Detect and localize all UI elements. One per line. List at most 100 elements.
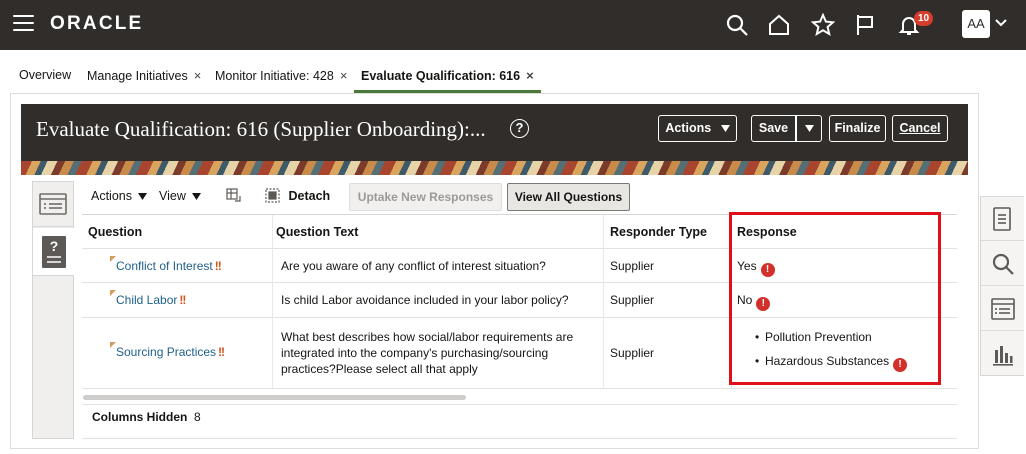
required-icon: !! — [218, 345, 225, 359]
tab-label: Manage Initiatives — [87, 69, 188, 83]
save-menu-button[interactable] — [796, 115, 822, 142]
question-link[interactable]: Conflict of Interest — [116, 259, 213, 273]
help-icon[interactable]: ? — [510, 119, 529, 138]
tab-bar: Overview Manage Initiatives × Monitor Ini… — [0, 60, 1026, 94]
right-drawer — [980, 196, 1024, 376]
tab-evaluate-qualification[interactable]: Evaluate Qualification: 616 × — [354, 60, 541, 93]
cancel-button[interactable]: Cancel — [892, 115, 948, 142]
document-icon — [993, 207, 1011, 231]
table-toolbar: Actions View Detach Uptake New Responses… — [82, 182, 957, 212]
bar-chart-icon — [993, 346, 1013, 366]
close-icon[interactable]: × — [194, 68, 202, 83]
question-text-cell: What best describes how social/labor req… — [281, 329, 573, 377]
required-icon: !! — [214, 259, 222, 273]
tab-manage-initiatives[interactable]: Manage Initiatives × — [87, 60, 201, 93]
global-header: ORACLE 10 AA — [0, 0, 1026, 50]
triangle-down-icon — [138, 193, 148, 200]
search-icon[interactable] — [725, 13, 749, 37]
uptake-new-responses-button[interactable]: Uptake New Responses — [349, 183, 502, 211]
detach-icon — [265, 188, 280, 203]
column-header-question-text[interactable]: Question Text — [276, 215, 358, 249]
response-column-highlight — [729, 212, 941, 385]
table-row: Child Labor!! — [110, 290, 186, 308]
freeze-columns-icon[interactable] — [226, 188, 242, 204]
save-button[interactable]: Save — [751, 115, 796, 142]
list-panel-icon — [39, 193, 67, 215]
favorites-star-icon[interactable] — [811, 13, 835, 37]
question-link[interactable]: Child Labor — [116, 293, 177, 307]
column-header-question[interactable]: Question — [88, 215, 142, 249]
notifications-badge: 10 — [914, 11, 934, 26]
tab-monitor-initiative[interactable]: Monitor Initiative: 428 × — [215, 60, 347, 93]
button-label: Uptake New Responses — [357, 190, 494, 204]
menu-label: View — [159, 189, 186, 203]
svg-text:?: ? — [50, 238, 59, 254]
columns-hidden-count: 8 — [194, 410, 201, 424]
triangle-down-icon — [192, 193, 202, 200]
close-icon[interactable]: × — [340, 68, 348, 83]
column-header-responder-type[interactable]: Responder Type — [610, 215, 707, 249]
tab-label: Evaluate Qualification: 616 — [361, 69, 521, 83]
question-text-cell: Is child Labor avoidance included in you… — [281, 293, 569, 307]
detach-button[interactable]: Detach — [265, 182, 330, 210]
drawer-search-button[interactable] — [981, 242, 1024, 286]
menu-icon[interactable] — [13, 15, 34, 33]
table-row: Sourcing Practices!! — [110, 342, 225, 360]
table-actions-menu[interactable]: Actions — [91, 182, 148, 210]
finalize-button[interactable]: Finalize — [829, 115, 886, 142]
chevron-down-icon[interactable] — [995, 19, 1007, 27]
side-tab-strip: ? — [32, 181, 74, 439]
button-label: Save — [758, 121, 789, 135]
menu-label: Actions — [91, 189, 132, 203]
button-label: Finalize — [834, 121, 881, 135]
question-text-line: integrated into the company's purchasing… — [281, 346, 549, 360]
question-text-line: What best describes how social/labor req… — [281, 330, 574, 344]
button-label: Cancel — [899, 121, 941, 135]
question-text-line: practices?Please select all that apply — [281, 362, 478, 376]
tab-overview[interactable]: Overview — [19, 60, 71, 93]
search-icon — [992, 253, 1014, 275]
drawer-analytics-button[interactable] — [981, 332, 1024, 376]
button-label: Detach — [288, 189, 331, 203]
home-icon[interactable] — [767, 13, 791, 37]
close-icon[interactable]: × — [526, 68, 534, 83]
tab-label: Overview — [19, 68, 72, 82]
flag-icon[interactable] — [853, 13, 877, 37]
flag-marker-icon — [110, 342, 116, 348]
side-tab-details[interactable] — [33, 182, 73, 227]
button-label: View All Questions — [514, 190, 623, 204]
responder-type-cell: Supplier — [610, 293, 655, 307]
triangle-down-icon — [720, 125, 730, 132]
header-banner-art — [21, 161, 968, 175]
horizontal-scrollbar[interactable] — [83, 395, 466, 400]
column-divider — [603, 215, 604, 388]
columns-hidden-label: Columns Hidden — [92, 410, 188, 424]
drawer-document-button[interactable] — [981, 197, 1024, 241]
table-row: Conflict of Interest!! — [110, 256, 222, 274]
responder-type-cell: Supplier — [610, 259, 655, 273]
oracle-logo[interactable]: ORACLE — [50, 13, 143, 35]
column-divider — [272, 215, 273, 388]
questionnaire-icon: ? — [42, 236, 66, 268]
triangle-down-icon — [804, 125, 814, 132]
flag-marker-icon — [110, 290, 116, 296]
table-view-menu[interactable]: View — [159, 182, 202, 210]
responder-type-cell: Supplier — [610, 346, 655, 360]
columns-hidden-indicator: Columns Hidden 8 — [92, 410, 201, 424]
user-avatar[interactable]: AA — [962, 10, 990, 38]
side-tab-questions[interactable]: ? — [33, 228, 74, 276]
view-all-questions-button[interactable]: View All Questions — [507, 183, 630, 211]
question-link[interactable]: Sourcing Practices — [116, 345, 216, 359]
list-panel-icon — [991, 298, 1015, 320]
panel-bottom-divider — [82, 438, 957, 439]
row-divider — [82, 388, 957, 389]
page-title: Evaluate Qualification: 616 (Supplier On… — [36, 117, 486, 141]
button-label: Actions — [665, 121, 712, 135]
table-footer-divider — [82, 404, 957, 405]
flag-marker-icon — [110, 256, 116, 262]
question-text-cell: Are you aware of any conflict of interes… — [281, 259, 546, 273]
drawer-list-button[interactable] — [981, 287, 1024, 331]
tab-label: Monitor Initiative: 428 — [215, 69, 334, 83]
required-icon: !! — [179, 293, 186, 307]
header-actions-button[interactable]: Actions — [658, 115, 737, 142]
